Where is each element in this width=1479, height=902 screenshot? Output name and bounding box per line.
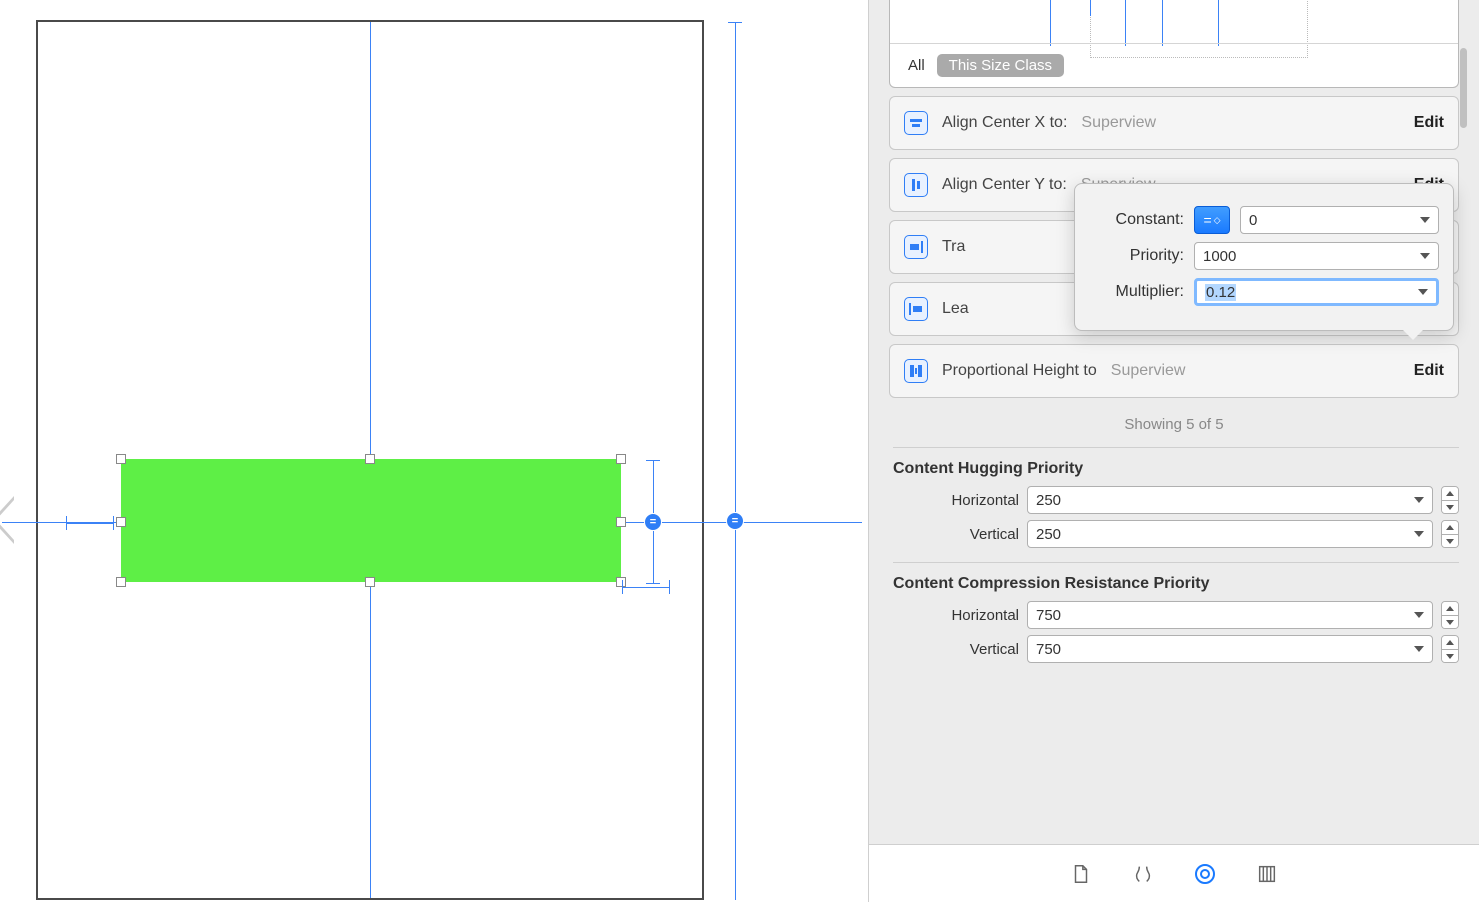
constraint-row-prop-height[interactable]: Proportional Height to Superview Edit Co… <box>889 344 1459 398</box>
compression-vertical-stepper[interactable] <box>1441 635 1459 663</box>
dropdown-icon <box>1418 289 1428 295</box>
hugging-horizontal-field[interactable]: 250 <box>1027 486 1433 514</box>
priority-field[interactable]: 1000 <box>1194 242 1439 270</box>
constraint-label: Lea <box>942 300 969 318</box>
compression-title: Content Compression Resistance Priority <box>893 562 1459 593</box>
selection-handle[interactable] <box>365 454 375 464</box>
filter-all-button[interactable]: All <box>908 57 925 74</box>
canvas-area: = = <box>0 0 868 902</box>
compression-horizontal-label: Horizontal <box>889 607 1019 624</box>
hugging-vertical-field[interactable]: 250 <box>1027 520 1433 548</box>
hugging-vertical-stepper[interactable] <box>1441 520 1459 548</box>
constraint-edit-button[interactable]: Edit <box>1414 362 1444 380</box>
compression-vertical-field[interactable]: 750 <box>1027 635 1433 663</box>
selection-handle[interactable] <box>116 517 126 527</box>
constraint-row-center-x[interactable]: Align Center X to: Superview Edit <box>889 96 1459 150</box>
constant-value: 0 <box>1249 212 1257 229</box>
constraint-label: Tra <box>942 238 965 256</box>
hugging-horizontal-label: Horizontal <box>889 492 1019 509</box>
size-inspector-panel: All This Size Class Align Center X to: S… <box>868 0 1479 902</box>
superview-height-indicator[interactable] <box>728 22 742 900</box>
size-inspector-tab-icon[interactable] <box>1192 861 1218 887</box>
dropdown-icon <box>1420 217 1430 223</box>
left-navigator-chevron-icon[interactable] <box>0 496 14 544</box>
compression-horizontal-value: 750 <box>1036 607 1061 624</box>
identity-inspector-tab-icon[interactable] <box>1130 861 1156 887</box>
content-hugging-title: Content Hugging Priority <box>893 447 1459 478</box>
hugging-vertical-value: 250 <box>1036 526 1061 543</box>
priority-label: Priority: <box>1089 247 1184 265</box>
constraint-count-label: Showing 5 of 5 <box>869 416 1479 433</box>
dropdown-icon <box>1414 497 1424 503</box>
hugging-vertical-label: Vertical <box>889 526 1019 543</box>
align-center-y-icon <box>904 173 928 197</box>
constraint-edit-button[interactable]: Edit <box>1414 114 1444 132</box>
compression-horizontal-stepper[interactable] <box>1441 601 1459 629</box>
constant-field[interactable]: 0 <box>1240 206 1439 234</box>
dropdown-icon <box>1414 646 1424 652</box>
constraint-target: Superview <box>1081 114 1156 132</box>
multiplier-field[interactable]: 0.12 <box>1194 278 1439 306</box>
compression-horizontal-field[interactable]: 750 <box>1027 601 1433 629</box>
constraint-preview: All This Size Class <box>889 0 1459 88</box>
constant-label: Constant: <box>1089 211 1184 229</box>
dropdown-icon <box>1414 531 1424 537</box>
selection-handle[interactable] <box>616 454 626 464</box>
compression-vertical-label: Vertical <box>889 641 1019 658</box>
multiplier-label: Multiplier: <box>1089 283 1184 301</box>
connections-inspector-tab-icon[interactable] <box>1254 861 1280 887</box>
constraint-target: Superview <box>1111 362 1186 380</box>
trailing-icon <box>904 235 928 259</box>
hugging-horizontal-stepper[interactable] <box>1441 486 1459 514</box>
artboard[interactable]: = <box>36 20 704 900</box>
constraint-equals-badge[interactable]: = <box>726 512 744 530</box>
dropdown-icon <box>1414 612 1424 618</box>
constraint-label: Proportional Height to <box>942 362 1097 380</box>
constraint-label: Align Center X to: <box>942 114 1067 132</box>
relation-select[interactable]: = ◇ <box>1194 206 1230 234</box>
filter-this-size-class-button[interactable]: This Size Class <box>937 54 1064 77</box>
align-center-x-icon <box>904 111 928 135</box>
hugging-horizontal-value: 250 <box>1036 492 1061 509</box>
inspector-scrollbar[interactable] <box>1460 48 1467 128</box>
inspector-tab-bar <box>869 844 1479 902</box>
selection-handle[interactable] <box>365 577 375 587</box>
selected-view[interactable] <box>121 459 621 582</box>
selection-handle[interactable] <box>616 517 626 527</box>
proportional-height-icon <box>904 359 928 383</box>
relation-value: = <box>1203 212 1211 228</box>
priority-value: 1000 <box>1203 248 1236 265</box>
compression-vertical-value: 750 <box>1036 641 1061 658</box>
leading-constraint-indicator[interactable] <box>66 516 114 530</box>
leading-icon <box>904 297 928 321</box>
file-inspector-tab-icon[interactable] <box>1068 861 1094 887</box>
selection-handle[interactable] <box>116 454 126 464</box>
constraint-edit-popover: Constant: = ◇ 0 Priority: 1000 Multiplie <box>1074 183 1454 331</box>
dropdown-icon <box>1420 253 1430 259</box>
constraint-label: Align Center Y to: <box>942 176 1067 194</box>
multiplier-value: 0.12 <box>1205 284 1236 301</box>
constraint-equals-badge[interactable]: = <box>644 513 662 531</box>
selection-handle[interactable] <box>116 577 126 587</box>
